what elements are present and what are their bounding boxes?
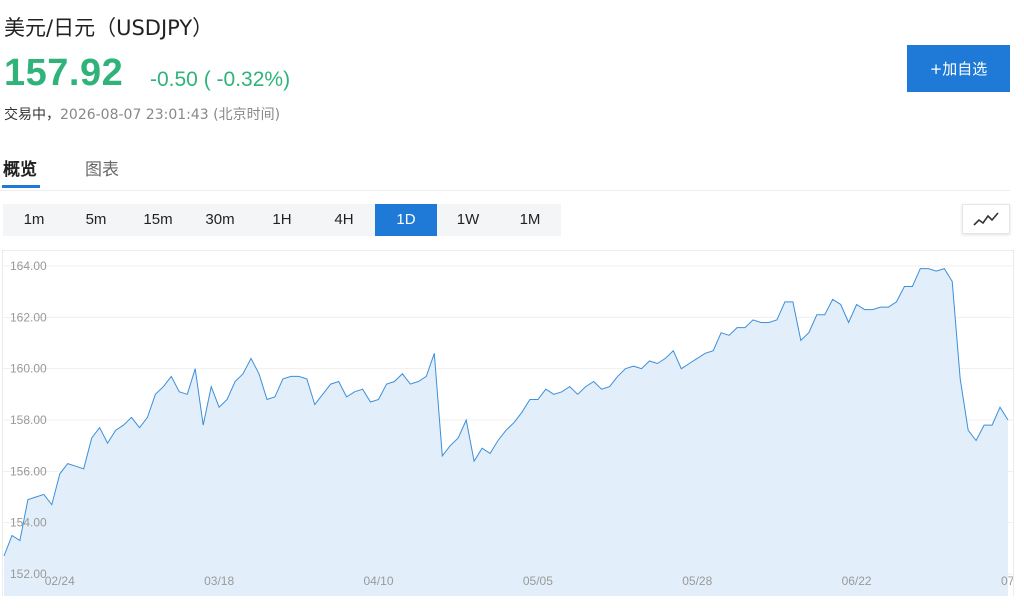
x-tick-label: 06/22 bbox=[842, 574, 872, 588]
period-1h[interactable]: 1H bbox=[251, 204, 313, 236]
tab-overview[interactable]: 概览 bbox=[3, 155, 37, 180]
y-tick-label: 164.00 bbox=[10, 259, 47, 273]
period-30m[interactable]: 30m bbox=[189, 204, 251, 236]
y-tick-label: 154.00 bbox=[10, 516, 47, 530]
period-15m[interactable]: 15m bbox=[127, 204, 189, 236]
view-tabs: 概览 图表 bbox=[0, 150, 1010, 191]
tab-chart[interactable]: 图表 bbox=[85, 155, 119, 180]
x-tick-label: 05/05 bbox=[523, 574, 553, 588]
x-tick-label: 07/15 bbox=[1001, 574, 1013, 588]
price-chart-svg: 164.00 162.00 160.00 158.00 156.00 154.00 152.… bbox=[3, 259, 1013, 596]
y-tick-label: 152.00 bbox=[10, 567, 47, 581]
period-selector: 1m 5m 15m 30m 1H 4H 1D 1W 1M bbox=[3, 204, 561, 236]
period-5m[interactable]: 5m bbox=[65, 204, 127, 236]
x-tick-label: 03/18 bbox=[204, 574, 234, 588]
trading-timestamp: 2026-08-07 23:01:43 (北京时间) bbox=[60, 107, 281, 123]
period-4h[interactable]: 4H bbox=[313, 204, 375, 236]
x-tick-label: 04/10 bbox=[363, 574, 393, 588]
current-price: 157.92 bbox=[4, 52, 124, 94]
y-tick-label: 160.00 bbox=[10, 362, 47, 376]
price-change: -0.50 ( -0.32%) bbox=[150, 68, 291, 91]
x-tick-label: 02/24 bbox=[45, 574, 75, 588]
period-1m[interactable]: 1m bbox=[3, 204, 65, 236]
instrument-title: 美元/日元（USDJPY） bbox=[4, 16, 214, 40]
active-tab-indicator bbox=[2, 185, 40, 188]
price-chart[interactable]: 164.00 162.00 160.00 158.00 156.00 154.00 152.… bbox=[2, 250, 1014, 596]
y-tick-label: 158.00 bbox=[10, 413, 47, 427]
trading-status-label: 交易中， bbox=[4, 107, 60, 123]
y-tick-label: 162.00 bbox=[10, 310, 47, 324]
trading-status: 交易中，2026-08-07 23:01:43 (北京时间) bbox=[4, 104, 280, 124]
period-1w[interactable]: 1W bbox=[437, 204, 499, 236]
period-1d[interactable]: 1D bbox=[375, 204, 437, 236]
x-tick-label: 05/28 bbox=[682, 574, 712, 588]
line-chart-icon bbox=[973, 212, 999, 226]
period-1mo[interactable]: 1M bbox=[499, 204, 561, 236]
add-to-watchlist-button[interactable]: +加自选 bbox=[907, 45, 1010, 92]
chart-type-button[interactable] bbox=[962, 204, 1010, 234]
y-tick-label: 156.00 bbox=[10, 464, 47, 478]
